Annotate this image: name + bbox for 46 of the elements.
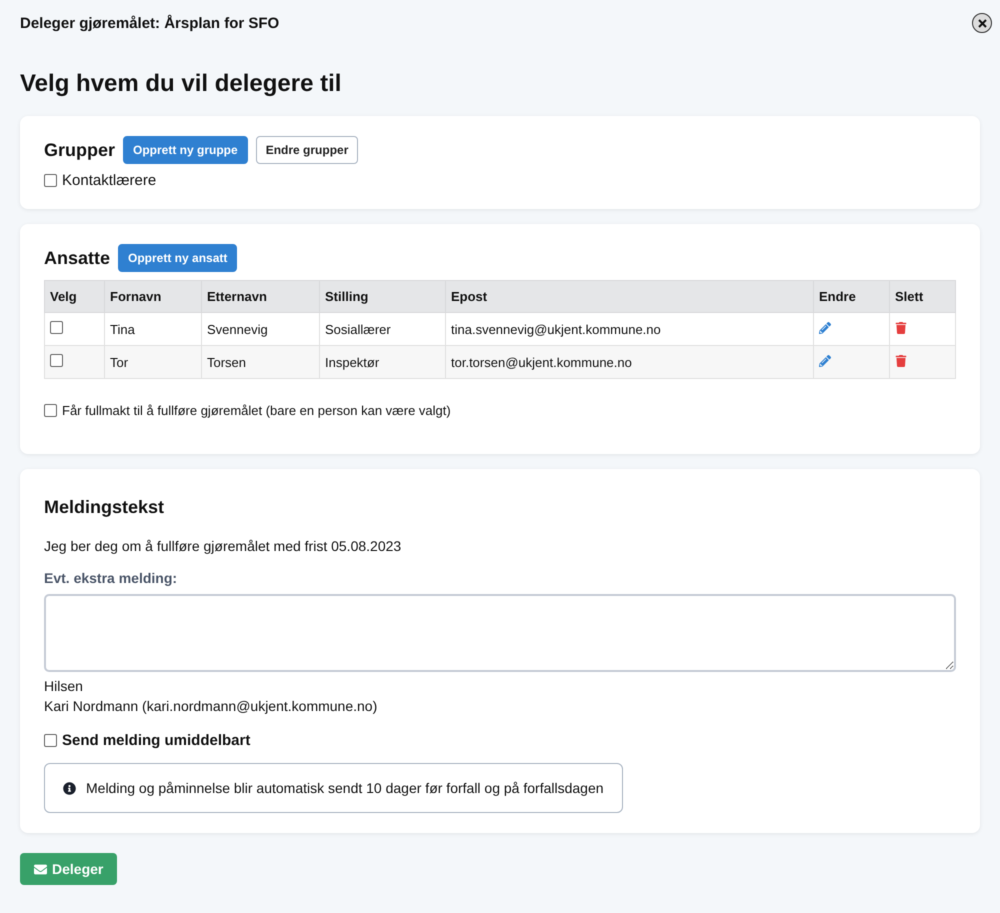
create-employee-button[interactable]: Opprett ny ansatt [118,244,238,272]
envelope-icon [34,862,47,876]
info-icon [63,782,76,794]
section-title: Grupper [44,140,116,160]
checkbox[interactable] [44,174,57,187]
close-icon [978,18,986,28]
edit-groups-button[interactable]: Endre grupper [256,136,358,164]
table-cell: Torsen [202,346,320,378]
table-cell: Svennevig [202,312,320,346]
create-group-button[interactable]: Opprett ny gruppe [123,136,248,164]
column-header: Fornavn [104,280,202,312]
column-header: Velg [44,280,104,312]
table-cell: Sosiallærer [320,312,446,346]
checkbox-label: Får fullmakt til å fullføre gjøremålet (bare en person kan være valgt) [62,403,451,418]
checkbox[interactable] [44,404,57,417]
table-cell: tor.torsen@ukjent.kommune.no [446,346,814,378]
checkbox-label: Send melding umiddelbart [62,732,250,749]
column-header: Stilling [320,280,446,312]
delete-icon[interactable] [895,322,907,334]
greeting-text: Hilsen [44,678,84,694]
page-heading: Velg hvem du vil delegere til [20,70,342,98]
edit-icon[interactable] [819,322,831,334]
table-cell: tina.svennevig@ukjent.kommune.no [446,312,814,346]
checkbox[interactable] [50,354,63,367]
column-header: Epost [446,280,814,312]
sender-text: Kari Nordmann (kari.nordmann@ukjent.kommune.no) [44,698,378,714]
checkbox-label: Kontaktlærere [62,172,156,189]
section-title: Meldingstekst [44,497,166,518]
delegate-button[interactable]: Deleger [20,853,118,885]
checkbox[interactable] [44,734,57,747]
field-label: Evt. ekstra melding: [44,570,178,586]
table-cell: Tor [104,346,202,378]
edit-icon[interactable] [819,354,831,366]
table-cell: Inspektør [320,346,446,378]
info-text: Melding og påminnelse blir automatisk sendt 10 dager før forfall og på forfallsdagen [86,780,604,796]
column-header: Etternavn [202,280,320,312]
checkbox[interactable] [50,321,63,334]
window-title: Deleger gjøremålet: Årsplan for SFO [20,14,280,32]
delete-icon[interactable] [895,354,907,366]
table-cell: Tina [104,312,202,346]
message-input-field[interactable] [44,594,956,672]
column-header: Endre [814,280,890,312]
column-header: Slett [890,280,956,312]
section-title: Ansatte [44,248,110,268]
message-text: Jeg ber deg om å fullføre gjøremålet med frist 05.08.2023 [44,538,402,554]
close-button[interactable] [972,13,992,33]
